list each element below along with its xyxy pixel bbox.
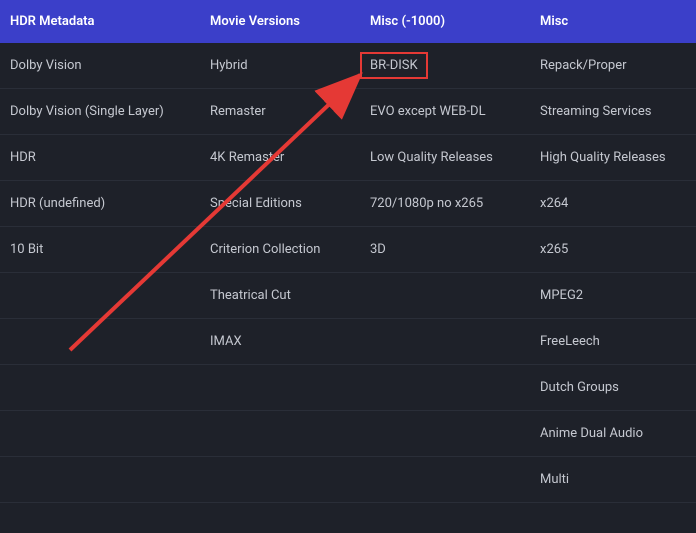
cell-label: Remaster xyxy=(210,104,266,119)
cell-label: Anime Dual Audio xyxy=(540,426,643,441)
cell-label: x265 xyxy=(540,242,568,257)
table-cell[interactable]: Dolby Vision (Single Layer) xyxy=(0,89,200,135)
cell-label: Hybrid xyxy=(210,58,248,73)
table-cell[interactable]: BR-DISK xyxy=(360,43,530,89)
table-cell[interactable]: Dutch Groups xyxy=(530,365,696,411)
table-row: HDR (undefined) Special Editions 720/1080p… xyxy=(0,181,696,227)
cell-label: Dolby Vision xyxy=(10,58,82,73)
table-cell[interactable]: 10 Bit xyxy=(0,227,200,273)
cell-label: Theatrical Cut xyxy=(210,288,291,303)
table-cell[interactable]: Low Quality Releases xyxy=(360,135,530,181)
table-cell xyxy=(200,457,360,503)
table-cell[interactable]: HDR (undefined) xyxy=(0,181,200,227)
table-cell[interactable]: Repack/Proper xyxy=(530,43,696,89)
cell-label: Dutch Groups xyxy=(540,380,619,395)
table-row: Dutch Groups xyxy=(0,365,696,411)
table-row: Dolby Vision Hybrid BR-DISK Repack/Proper xyxy=(0,43,696,89)
table-row: HDR 4K Remaster Low Quality Releases High Q… xyxy=(0,135,696,181)
table-cell[interactable]: Hybrid xyxy=(200,43,360,89)
cell-label: x264 xyxy=(540,196,568,211)
table-cell[interactable]: IMAX xyxy=(200,319,360,365)
cell-label: MPEG2 xyxy=(540,288,583,303)
table-cell xyxy=(0,273,200,319)
table-cell[interactable]: Anime Dual Audio xyxy=(530,411,696,457)
table-row: IMAX FreeLeech xyxy=(0,319,696,365)
table-row: Theatrical Cut MPEG2 xyxy=(0,273,696,319)
table-cell[interactable]: Theatrical Cut xyxy=(200,273,360,319)
table-cell[interactable]: Multi xyxy=(530,457,696,503)
table-cell xyxy=(360,365,530,411)
table-cell xyxy=(360,319,530,365)
table-cell[interactable]: Streaming Services xyxy=(530,89,696,135)
table-cell[interactable]: Remaster xyxy=(200,89,360,135)
table-cell[interactable]: MPEG2 xyxy=(530,273,696,319)
table-cell[interactable]: EVO except WEB-DL xyxy=(360,89,530,135)
table-cell xyxy=(0,365,200,411)
table-cell[interactable]: FreeLeech xyxy=(530,319,696,365)
cell-label: IMAX xyxy=(210,334,242,349)
cell-label: Dolby Vision (Single Layer) xyxy=(10,104,164,119)
custom-formats-table: HDR Metadata Movie Versions Misc (-1000)… xyxy=(0,0,696,503)
table-cell xyxy=(360,273,530,319)
table-cell[interactable]: 3D xyxy=(360,227,530,273)
cell-label: 720/1080p no x265 xyxy=(370,196,483,211)
table-cell[interactable]: x264 xyxy=(530,181,696,227)
cell-label: FreeLeech xyxy=(540,334,600,349)
table-cell xyxy=(0,411,200,457)
table-cell[interactable]: Special Editions xyxy=(200,181,360,227)
table-cell[interactable]: x265 xyxy=(530,227,696,273)
table-cell xyxy=(360,457,530,503)
table-cell[interactable]: 720/1080p no x265 xyxy=(360,181,530,227)
table-cell[interactable]: 4K Remaster xyxy=(200,135,360,181)
table-row: Anime Dual Audio xyxy=(0,411,696,457)
table-cell xyxy=(0,319,200,365)
cell-label: High Quality Releases xyxy=(540,150,666,165)
table-cell[interactable]: HDR xyxy=(0,135,200,181)
cell-label: HDR (undefined) xyxy=(10,196,105,211)
table-cell xyxy=(360,411,530,457)
cell-label: Low Quality Releases xyxy=(370,150,493,165)
header-misc-1000[interactable]: Misc (-1000) xyxy=(360,0,530,43)
cell-label: Streaming Services xyxy=(540,104,651,119)
cell-label: HDR xyxy=(10,150,36,165)
cell-label: Criterion Collection xyxy=(210,242,320,257)
cell-label: Special Editions xyxy=(210,196,302,211)
cell-label: BR-DISK xyxy=(370,58,418,73)
cell-label: 3D xyxy=(370,242,386,257)
highlight-box: BR-DISK xyxy=(360,52,428,79)
table-row: Multi xyxy=(0,457,696,503)
cell-label: 4K Remaster xyxy=(210,150,284,165)
table-cell xyxy=(0,457,200,503)
header-hdr-metadata[interactable]: HDR Metadata xyxy=(0,0,200,43)
header-misc[interactable]: Misc xyxy=(530,0,696,43)
table-header-row: HDR Metadata Movie Versions Misc (-1000)… xyxy=(0,0,696,43)
table-cell[interactable]: Dolby Vision xyxy=(0,43,200,89)
table-cell[interactable]: High Quality Releases xyxy=(530,135,696,181)
table-row: 10 Bit Criterion Collection 3D x265 xyxy=(0,227,696,273)
header-movie-versions[interactable]: Movie Versions xyxy=(200,0,360,43)
cell-label: 10 Bit xyxy=(10,242,43,257)
cell-label: EVO except WEB-DL xyxy=(370,104,486,119)
cell-label: Repack/Proper xyxy=(540,58,627,73)
table-cell xyxy=(200,365,360,411)
cell-label: Multi xyxy=(540,472,569,487)
table-row: Dolby Vision (Single Layer) Remaster EVO e… xyxy=(0,89,696,135)
table-cell xyxy=(200,411,360,457)
table-cell[interactable]: Criterion Collection xyxy=(200,227,360,273)
